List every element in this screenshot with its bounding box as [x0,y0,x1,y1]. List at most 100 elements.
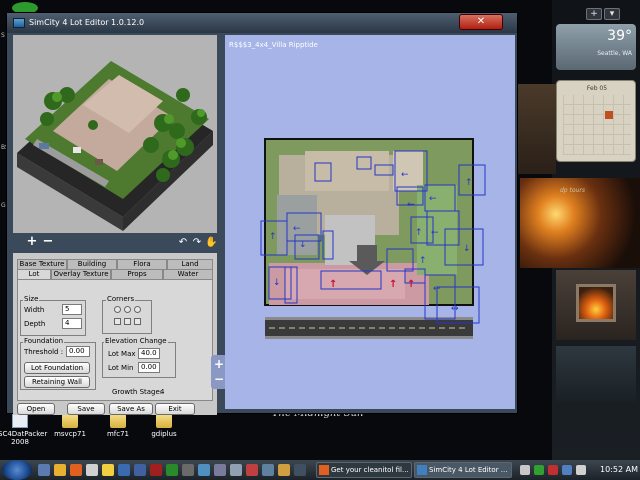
lot-min-field[interactable]: 0.00 [138,362,160,373]
clock[interactable]: 10:52 AM [600,464,638,476]
desktop-icon-sc4datpacker[interactable]: SC4DatPacker 2008 [0,414,47,446]
tab-base-texture[interactable]: Base Texture [17,259,67,269]
slideshow-photo: dp tours [520,178,640,268]
network-icon[interactable] [262,464,274,476]
power-icon[interactable] [246,464,258,476]
calendar-grid [563,95,631,155]
media-icon[interactable] [182,464,194,476]
tab-building[interactable]: Building [67,259,117,269]
tray-network-icon[interactable] [562,465,572,475]
window-titlebar[interactable]: SimCity 4 Lot Editor 1.0.12.0 ✕ [7,13,517,33]
growth-stage-label: Growth Stage: [112,388,163,396]
lot-map-view[interactable]: R$$$3_4x4_Villa Ripptide ← ← ← ↑ ← ↑ ↓ ↑… [225,35,515,409]
green-app-icon[interactable] [166,464,178,476]
corner-bottom-toggle[interactable] [124,318,131,325]
width-label: Width [24,306,45,314]
window-icon[interactable] [134,464,146,476]
tab-flora[interactable]: Flora [117,259,167,269]
weather-temperature: 39° [607,28,632,44]
corner-top-right-toggle[interactable] [134,306,141,313]
hand-pan-icon[interactable]: ✋ [205,237,217,249]
size-group-label: Size [23,295,40,303]
folder-icon[interactable] [102,464,114,476]
tray-arrow-icon[interactable] [520,465,530,475]
depth-label: Depth [24,320,46,328]
tool-icon[interactable] [214,464,226,476]
svg-text:↑: ↑ [407,279,415,290]
fireplace-image [576,284,616,322]
lot-foundation-button[interactable]: Lot Foundation [24,362,90,374]
corner-top-left-toggle[interactable] [114,306,121,313]
weather-gadget[interactable]: 39° Seattle, WA [556,24,636,70]
globe-icon[interactable] [86,464,98,476]
app-icon[interactable] [118,464,130,476]
more-icon[interactable] [294,464,306,476]
task-label: SimCity 4 Lot Editor ... [429,466,508,474]
growth-stage-value: 4 [160,388,165,396]
panel-toolbar: + − ↶ ↷ ✋ [13,233,217,253]
firefox-icon [319,465,329,475]
depth-field[interactable]: 4 [62,318,82,329]
svg-text:←: ← [293,224,301,234]
width-field[interactable]: 5 [62,304,82,315]
star-icon[interactable] [54,464,66,476]
svg-text:←: ← [431,228,439,238]
tray-red-icon[interactable] [548,465,558,475]
corner-bottom-right-toggle[interactable] [134,318,141,325]
svg-text:↓: ↓ [273,278,281,288]
firefox-icon[interactable] [70,464,82,476]
corner-bottom-left-toggle[interactable] [114,318,121,325]
user-icon[interactable] [278,464,290,476]
open-button[interactable]: Open [17,403,55,415]
corner-top-toggle[interactable] [124,306,131,313]
tray-green-icon[interactable] [534,465,544,475]
tab-overlay-texture[interactable]: Overlay Texture [51,269,111,279]
calendar-gadget[interactable]: Feb 05 [556,80,636,162]
lot-3d-preview[interactable] [13,35,217,233]
tab-props[interactable]: Props [111,269,163,279]
svg-text:↑: ↑ [329,279,337,290]
wallpaper-strip [518,84,556,174]
svg-text:↓: ↓ [463,244,471,254]
start-button[interactable] [2,460,32,480]
calendar-month: Feb 05 [586,85,608,92]
window-close-button[interactable]: ✕ [459,14,503,30]
task-label: Get your cleanitol fil... [331,466,409,474]
photo-caption: dp tours [560,187,585,194]
gadget-menu-button[interactable]: ▾ [604,8,620,20]
remove-button[interactable]: − [41,234,55,250]
show-desktop-icon[interactable] [38,464,50,476]
snow-photo [556,346,636,402]
rotate-right-icon[interactable]: ↷ [191,237,203,249]
calendar-today [605,111,613,119]
threshold-field[interactable]: 0.00 [66,346,90,357]
svg-text:←: ← [433,284,441,294]
properties-panel: + − ↶ ↷ ✋ Base Texture Building Flora La… [13,233,217,415]
ie-icon[interactable] [198,464,210,476]
task-lot-editor[interactable]: SimCity 4 Lot Editor ... [414,462,512,478]
desktop-icon-label: SC4DatPacker 2008 [0,430,48,446]
application-icon [12,414,28,428]
task-browser[interactable]: Get your cleanitol fil... [316,462,412,478]
add-button[interactable]: + [25,234,39,250]
rotate-left-icon[interactable]: ↶ [177,237,189,249]
taskbar: Get your cleanitol fil... SimCity 4 Lot … [0,460,640,480]
add-gadget-button[interactable]: + [586,8,602,20]
tab-land[interactable]: Land [167,259,213,269]
lot-max-field[interactable]: 40.0 [138,348,160,359]
save-as-button[interactable]: Save As [109,403,153,415]
svg-text:←: ← [407,200,415,210]
desktop-icon-gdiplus[interactable]: gdiplus [142,414,186,438]
red-app-icon[interactable] [150,464,162,476]
desktop-icon-msvcp71[interactable]: msvcp71 [48,414,92,438]
app-icon [417,465,427,475]
foundation-group-label: Foundation [23,337,65,345]
desktop-icon-mfc71[interactable]: mfc71 [96,414,140,438]
app-icon [13,18,25,28]
save-button[interactable]: Save [67,403,105,415]
retaining-wall-button[interactable]: Retaining Wall [24,376,90,388]
exit-button[interactable]: Exit [155,403,195,415]
gear-icon[interactable] [230,464,242,476]
tray-volume-icon[interactable] [576,465,586,475]
tab-water[interactable]: Water [163,269,213,279]
